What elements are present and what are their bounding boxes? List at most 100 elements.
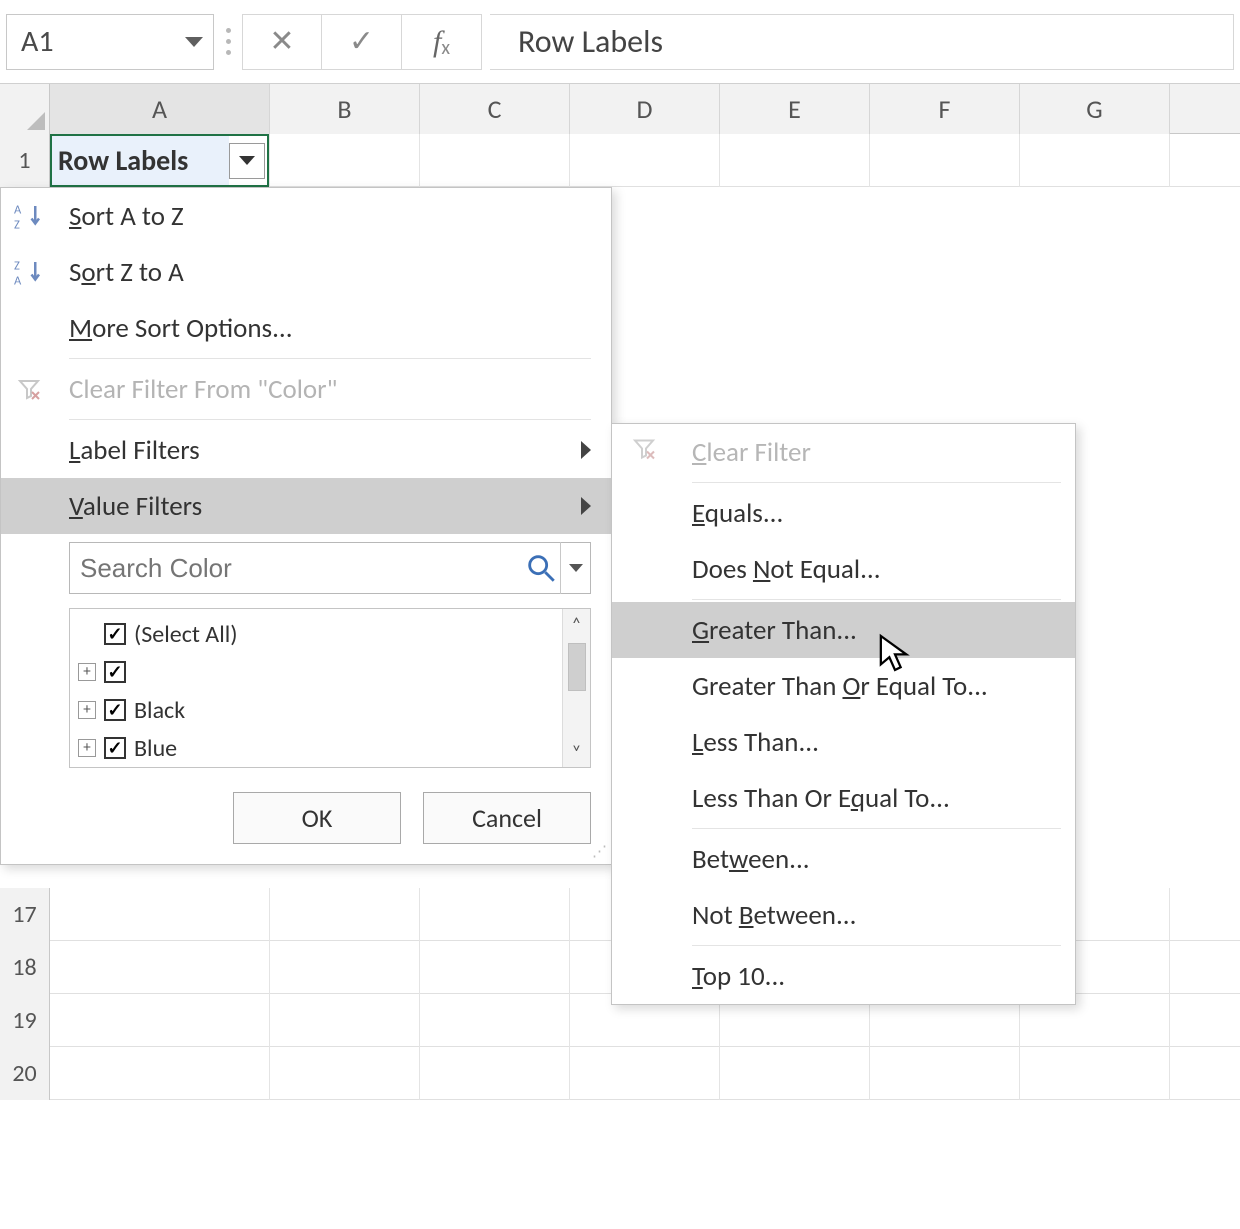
cell-a17[interactable] <box>50 888 270 941</box>
cell-b17[interactable] <box>270 888 420 941</box>
column-header-a[interactable]: A <box>50 84 270 134</box>
svg-text:Z: Z <box>14 259 20 274</box>
resize-grip-icon[interactable]: ⋰ <box>592 842 608 861</box>
row-header-18[interactable]: 18 <box>0 941 50 994</box>
filter-list-scrollbar[interactable]: ˄ ˅ <box>562 609 590 767</box>
expand-icon[interactable]: + <box>78 739 96 757</box>
formula-bar: A1 ✕ ✓ fx Row Labels <box>0 0 1240 84</box>
svg-text:A: A <box>14 203 22 218</box>
cancel-button[interactable]: Cancel <box>423 792 591 844</box>
column-header-e[interactable]: E <box>720 84 870 134</box>
search-input[interactable] <box>70 553 524 584</box>
insert-function-button[interactable]: fx <box>402 14 482 70</box>
cell-e20[interactable] <box>720 1047 870 1100</box>
cell-d1[interactable] <box>570 134 720 187</box>
clear-filter-from-item: Clear Filter From "Color" <box>1 361 611 417</box>
value-filters-submenu: Clear Filter Equals... Does Not Equal...… <box>611 423 1076 1005</box>
pivot-row-labels: Row Labels <box>50 134 229 187</box>
scroll-up-icon[interactable]: ˄ <box>572 609 582 639</box>
filter-search-row <box>1 534 611 602</box>
top-10-item[interactable]: Top 10... <box>612 948 1075 1004</box>
cell-b19[interactable] <box>270 994 420 1047</box>
cancel-formula-button[interactable]: ✕ <box>242 14 322 70</box>
column-header-f[interactable]: F <box>870 84 1020 134</box>
list-item[interactable]: + Black <box>78 691 582 729</box>
not-between-item[interactable]: Not Between... <box>612 887 1075 943</box>
cell-b1[interactable] <box>270 134 420 187</box>
clear-filter-icon <box>632 436 656 469</box>
clear-filter-label: Clear Filter From "Color" <box>69 373 337 406</box>
more-sort-options-item[interactable]: More Sort Options... <box>1 300 611 356</box>
list-item[interactable]: (Select All) <box>78 615 582 653</box>
cell-f1[interactable] <box>870 134 1020 187</box>
cell-c1[interactable] <box>420 134 570 187</box>
cell-a20[interactable] <box>50 1047 270 1100</box>
row-header-17[interactable]: 17 <box>0 888 50 941</box>
greater-than-item[interactable]: Greater Than... <box>612 602 1075 658</box>
row-1: 1 Row Labels <box>0 134 1240 187</box>
row-header-19[interactable]: 19 <box>0 994 50 1047</box>
column-header-g[interactable]: G <box>1020 84 1170 134</box>
expand-icon[interactable]: + <box>78 663 96 681</box>
column-header-d[interactable]: D <box>570 84 720 134</box>
filter-search-box[interactable] <box>69 542 591 594</box>
cell-e1[interactable] <box>720 134 870 187</box>
checkbox[interactable] <box>104 661 126 683</box>
formula-text[interactable]: Row Labels <box>490 14 1234 70</box>
cell-a1[interactable]: Row Labels <box>50 134 270 187</box>
greater-than-or-equal-item[interactable]: Greater Than Or Equal To... <box>612 658 1075 714</box>
cell-b18[interactable] <box>270 941 420 994</box>
does-not-equal-item[interactable]: Does Not Equal... <box>612 541 1075 597</box>
svg-text:A: A <box>14 274 22 288</box>
between-item[interactable]: Between... <box>612 831 1075 887</box>
row-20: 20 <box>0 1047 1240 1100</box>
sort-az-icon: AZ <box>11 198 47 234</box>
name-box[interactable]: A1 <box>6 14 214 70</box>
cell-c17[interactable] <box>420 888 570 941</box>
less-than-or-equal-item[interactable]: Less Than Or Equal To... <box>612 770 1075 826</box>
ok-button[interactable]: OK <box>233 792 401 844</box>
svg-text:Z: Z <box>14 218 20 232</box>
pivot-filter-dropdown-button[interactable] <box>229 143 265 179</box>
cell-a19[interactable] <box>50 994 270 1047</box>
row-header-1[interactable]: 1 <box>0 134 50 187</box>
clear-filter-sub-item: Clear Filter <box>612 424 1075 480</box>
label-filters-item[interactable]: Label Filters <box>1 422 611 478</box>
clear-filter-icon <box>11 371 47 407</box>
cell-b20[interactable] <box>270 1047 420 1100</box>
cell-a18[interactable] <box>50 941 270 994</box>
select-all-corner[interactable] <box>0 84 50 134</box>
cell-c18[interactable] <box>420 941 570 994</box>
value-filters-item[interactable]: Value Filters <box>1 478 611 534</box>
checkbox[interactable] <box>104 699 126 721</box>
cell-f20[interactable] <box>870 1047 1020 1100</box>
checkbox[interactable] <box>104 737 126 759</box>
list-item[interactable]: + Blue <box>78 729 582 767</box>
cell-d20[interactable] <box>570 1047 720 1100</box>
formula-bar-grip <box>222 28 234 55</box>
scroll-thumb[interactable] <box>568 643 586 691</box>
cell-g20[interactable] <box>1020 1047 1170 1100</box>
cell-g1[interactable] <box>1020 134 1170 187</box>
cell-c20[interactable] <box>420 1047 570 1100</box>
column-header-b[interactable]: B <box>270 84 420 134</box>
sort-az-item[interactable]: AZ Sort A to Z <box>1 188 611 244</box>
list-item[interactable]: + <box>78 653 582 691</box>
filter-values-list: (Select All) + + Black + Blue <box>69 608 591 768</box>
sort-za-item[interactable]: ZA Sort Z to A <box>1 244 611 300</box>
pivot-filter-menu: AZ Sort A to Z ZA Sort Z to A More Sort … <box>0 187 612 865</box>
equals-item[interactable]: Equals... <box>612 485 1075 541</box>
row-header-20[interactable]: 20 <box>0 1047 50 1100</box>
expand-icon[interactable]: + <box>78 701 96 719</box>
name-box-dropdown-icon[interactable] <box>185 37 203 47</box>
less-than-item[interactable]: Less Than... <box>612 714 1075 770</box>
cell-c19[interactable] <box>420 994 570 1047</box>
scroll-down-icon[interactable]: ˅ <box>572 737 582 767</box>
name-box-value: A1 <box>21 23 54 60</box>
checkbox-select-all[interactable] <box>104 623 126 645</box>
column-header-c[interactable]: C <box>420 84 570 134</box>
search-dropdown-button[interactable] <box>560 542 590 594</box>
accept-formula-button[interactable]: ✓ <box>322 14 402 70</box>
sort-za-icon: ZA <box>11 254 47 290</box>
filter-menu-buttons: OK Cancel <box>1 776 611 864</box>
